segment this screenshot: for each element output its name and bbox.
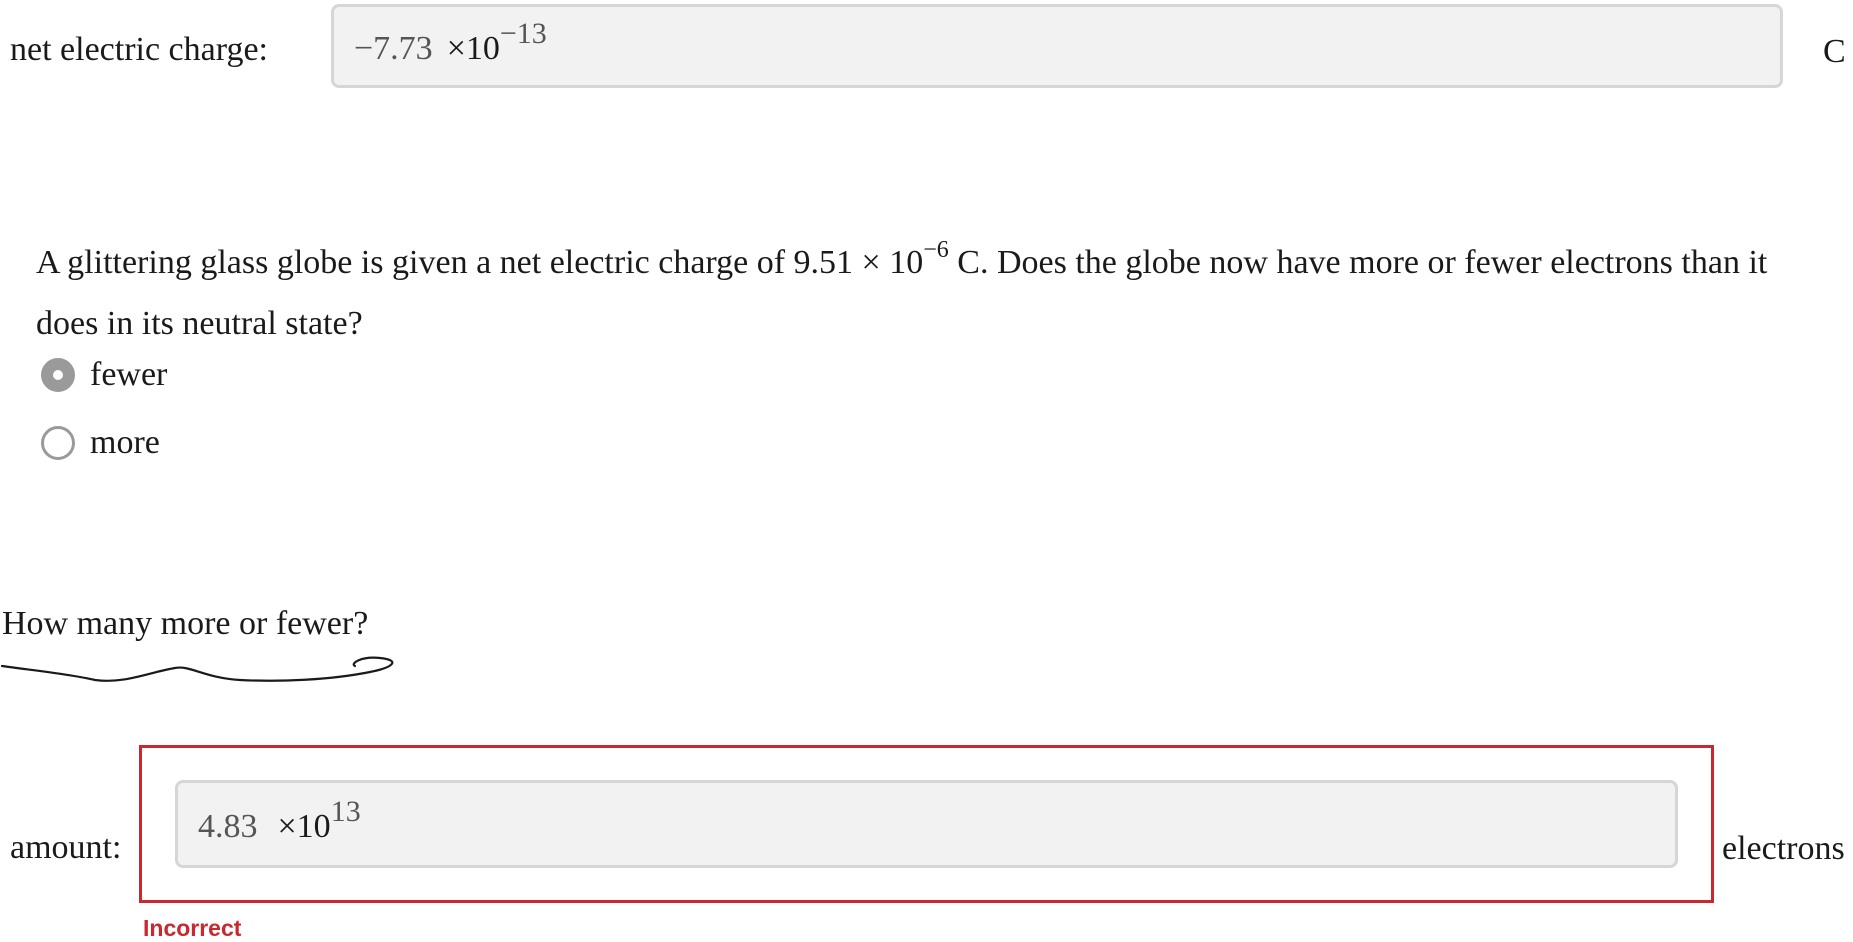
net-electric-charge-label: net electric charge: <box>10 31 268 68</box>
radio-fewer[interactable] <box>41 358 75 392</box>
amount-multiplier: ×10 <box>277 808 331 845</box>
amount-input[interactable]: 4.83 ×1013 <box>175 780 1678 868</box>
amount-label: amount: <box>10 829 122 866</box>
incorrect-feedback: Incorrect <box>143 915 242 941</box>
charge-unit: C <box>1823 33 1846 70</box>
amount-unit: electrons <box>1722 830 1845 867</box>
amount-value: 4.83 ×1013 <box>198 795 361 848</box>
option-more-label: more <box>90 424 160 461</box>
handwritten-underline <box>0 656 394 682</box>
question-text: A glittering glass globe is given a net … <box>36 232 1826 354</box>
net-electric-charge-input[interactable]: −7.73 ×10−13 <box>331 4 1783 88</box>
radio-more[interactable] <box>41 426 75 460</box>
option-fewer-label: fewer <box>90 356 168 393</box>
question-text-before: A glittering glass globe is given a net … <box>36 244 924 281</box>
option-fewer[interactable]: fewer <box>41 356 167 394</box>
net-electric-charge-value: −7.73 ×10−13 <box>354 17 547 70</box>
option-more[interactable]: more <box>41 424 160 462</box>
amount-exponent: 13 <box>330 795 361 828</box>
question-exponent: −6 <box>923 236 949 263</box>
charge-multiplier: ×10 <box>446 30 500 67</box>
charge-mantissa: −7.73 <box>354 30 433 67</box>
amount-mantissa: 4.83 <box>198 808 258 845</box>
charge-exponent: −13 <box>499 17 547 50</box>
